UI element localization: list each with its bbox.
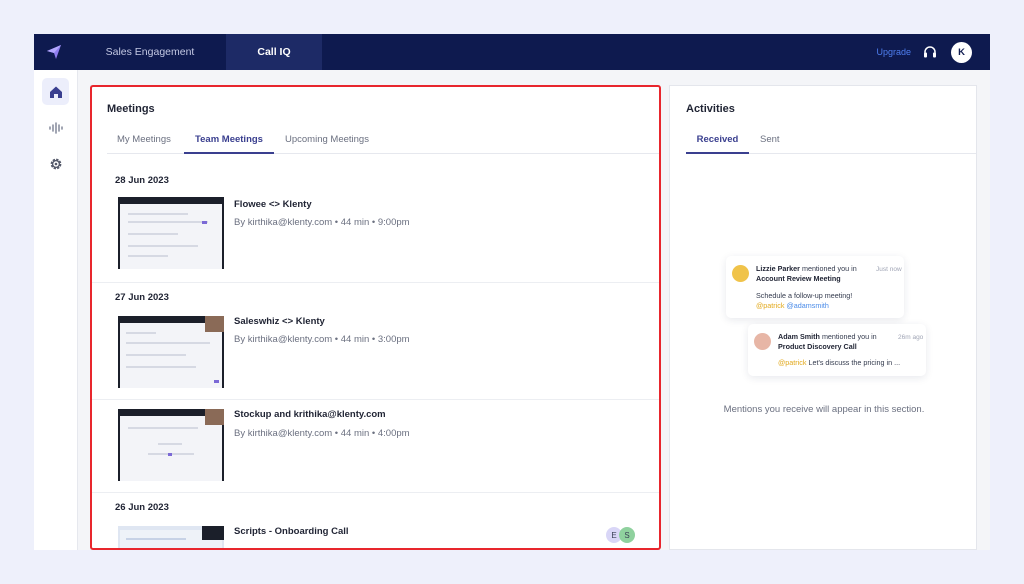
nav-tab-sales-engagement[interactable]: Sales Engagement [74,34,226,70]
meetings-tabs: My Meetings Team Meetings Upcoming Meeti… [107,126,659,154]
activities-panel: Activities Received Sent Lizzie Parker m… [669,85,977,550]
mention-tag: @patrick [756,301,785,310]
date-header: 26 Jun 2023 [115,502,169,513]
klenty-logo-icon[interactable] [34,34,74,70]
mention-time: 26m ago [898,334,924,341]
mention-action: mentioned you in [821,332,877,341]
meeting-title[interactable]: Scripts - Onboarding Call [234,526,349,537]
activities-title: Activities [686,103,735,115]
meeting-thumbnail[interactable] [118,526,224,549]
home-icon[interactable] [42,78,69,105]
mention-author: Lizzie Parker [756,264,800,273]
tab-my-meetings[interactable]: My Meetings [117,126,177,154]
gear-icon[interactable] [42,150,69,177]
sidebar [34,70,78,550]
avatar [732,265,749,282]
mention-author: Adam Smith [778,332,820,341]
mention-tag: @patrick [778,358,807,367]
avatar [754,333,771,350]
tab-sent[interactable]: Sent [760,126,790,154]
mention-message: Schedule a follow-up meeting! [756,291,853,300]
meeting-meta: By kirthika@klenty.com • 44 min • 4:00pm [234,428,410,439]
mention-action: mentioned you in [801,264,857,273]
nav-tab-call-iq[interactable]: Call IQ [226,34,322,70]
app-window: Sales Engagement Call IQ Upgrade K Meeti… [34,34,990,550]
mention-card[interactable]: Adam Smith mentioned you in Product Disc… [748,324,926,376]
meeting-thumbnail[interactable] [118,409,224,481]
mention-message: Let's discuss the pricing in ... [808,358,901,367]
meeting-meta: By kirthika@klenty.com • 44 min • 9:00pm [234,217,410,228]
mention-meeting: Account Review Meeting [756,274,841,283]
activities-tabs: Received Sent [686,126,976,154]
mention-tag: @adamsmith [786,301,829,310]
mention-card[interactable]: Lizzie Parker mentioned you in Account R… [726,256,904,318]
user-avatar[interactable]: K [951,41,972,63]
top-nav: Sales Engagement Call IQ Upgrade K [34,34,990,70]
participant-avatar: S [619,527,635,543]
date-header: 28 Jun 2023 [115,175,169,186]
meeting-title[interactable]: Stockup and krithika@klenty.com [234,409,386,420]
meeting-thumbnail[interactable] [118,197,224,269]
tab-team-meetings[interactable]: Team Meetings [184,126,274,154]
tab-upcoming-meetings[interactable]: Upcoming Meetings [285,126,385,154]
tab-received[interactable]: Received [686,126,749,154]
meeting-title[interactable]: Saleswhiz <> Klenty [234,316,325,327]
meeting-title[interactable]: Flowee <> Klenty [234,199,312,210]
meetings-panel: Meetings My Meetings Team Meetings Upcom… [90,85,660,550]
mention-time: Just now [876,266,902,273]
empty-state-message: Mentions you receive will appear in this… [723,404,925,415]
meeting-meta: By kirthika@klenty.com • 44 min • 3:00pm [234,334,410,345]
mention-meeting: Product Discovery Call [778,342,857,351]
upgrade-link[interactable]: Upgrade [876,34,911,70]
meetings-title: Meetings [107,103,155,115]
waveform-icon[interactable] [42,114,69,141]
meeting-thumbnail[interactable] [118,316,224,388]
date-header: 27 Jun 2023 [115,292,169,303]
participants: E S [606,527,635,543]
headset-icon[interactable] [923,34,937,70]
